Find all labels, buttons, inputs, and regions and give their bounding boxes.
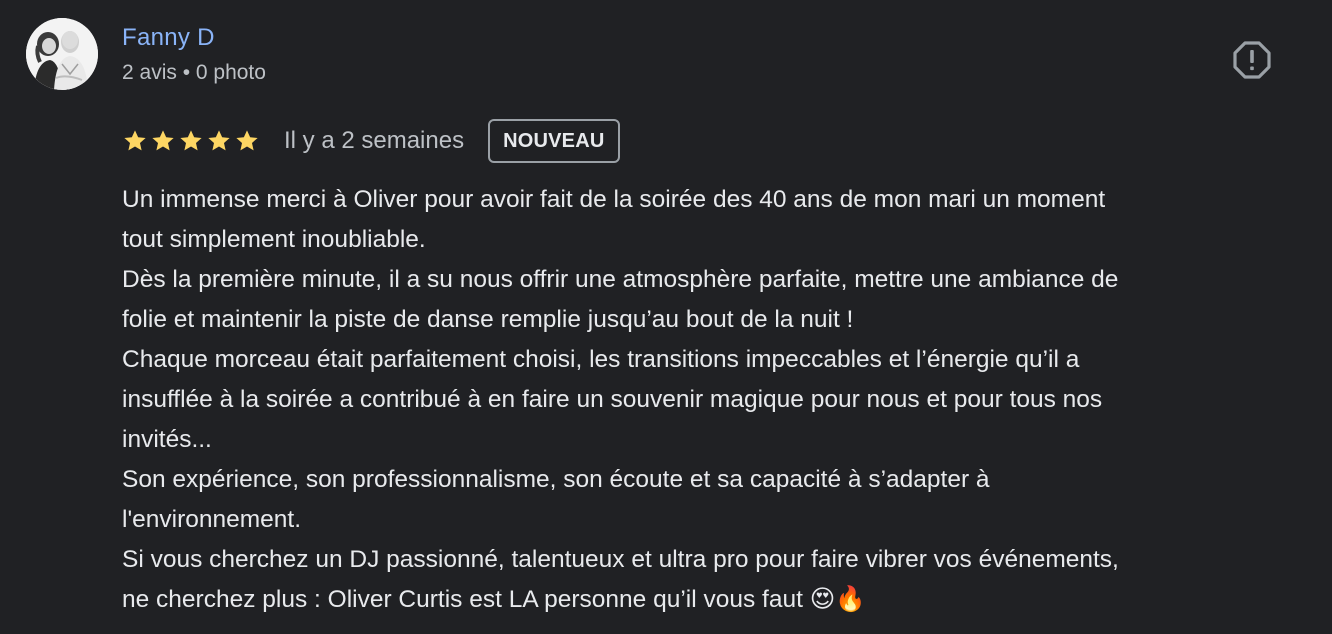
star-icon — [180, 130, 202, 151]
new-badge: NOUVEAU — [488, 119, 620, 163]
review-text-line: Son expérience, son professionnalisme, s… — [122, 466, 990, 493]
report-button[interactable] — [1228, 36, 1276, 84]
review-text-line: insufflée à la soirée a contribué à en f… — [122, 386, 1103, 413]
review-text-line: tout simplement inoubliable. — [122, 226, 426, 253]
star-icon — [236, 130, 258, 151]
report-icon — [1233, 41, 1271, 79]
review-text-line: l'environnement. — [122, 506, 302, 533]
rating-row: Il y a 2 semaines NOUVEAU — [122, 118, 620, 164]
star-icon — [124, 130, 146, 151]
review-text-line: Si vous cherchez un DJ passionné, talent… — [122, 546, 1119, 573]
review-text-line: Chaque morceau était parfaitement choisi… — [122, 346, 1080, 373]
star-rating — [122, 128, 260, 154]
avatar[interactable] — [26, 18, 98, 90]
review-text: Un immense merci à Oliver pour avoir fai… — [122, 180, 1312, 620]
author-name[interactable]: Fanny D — [122, 22, 266, 54]
review-text-line: folie et maintenir la piste de danse rem… — [122, 306, 854, 333]
review-text-line: Un immense merci à Oliver pour avoir fai… — [122, 186, 1106, 213]
review-time: Il y a 2 semaines — [284, 127, 465, 154]
review-text-line: Dès la première minute, il a su nous off… — [122, 266, 1119, 293]
author-info: Fanny D 2 avis • 0 photo — [122, 22, 266, 88]
star-icon — [208, 130, 230, 151]
author-meta: 2 avis • 0 photo — [122, 61, 266, 84]
review-text-line: invités... — [122, 426, 212, 453]
review-card: Fanny D 2 avis • 0 photo Il y a 2 semain… — [0, 0, 1332, 634]
star-icon — [152, 130, 174, 151]
avatar-photo — [26, 18, 98, 90]
review-text-line: ne cherchez plus : Oliver Curtis est LA … — [122, 586, 866, 613]
